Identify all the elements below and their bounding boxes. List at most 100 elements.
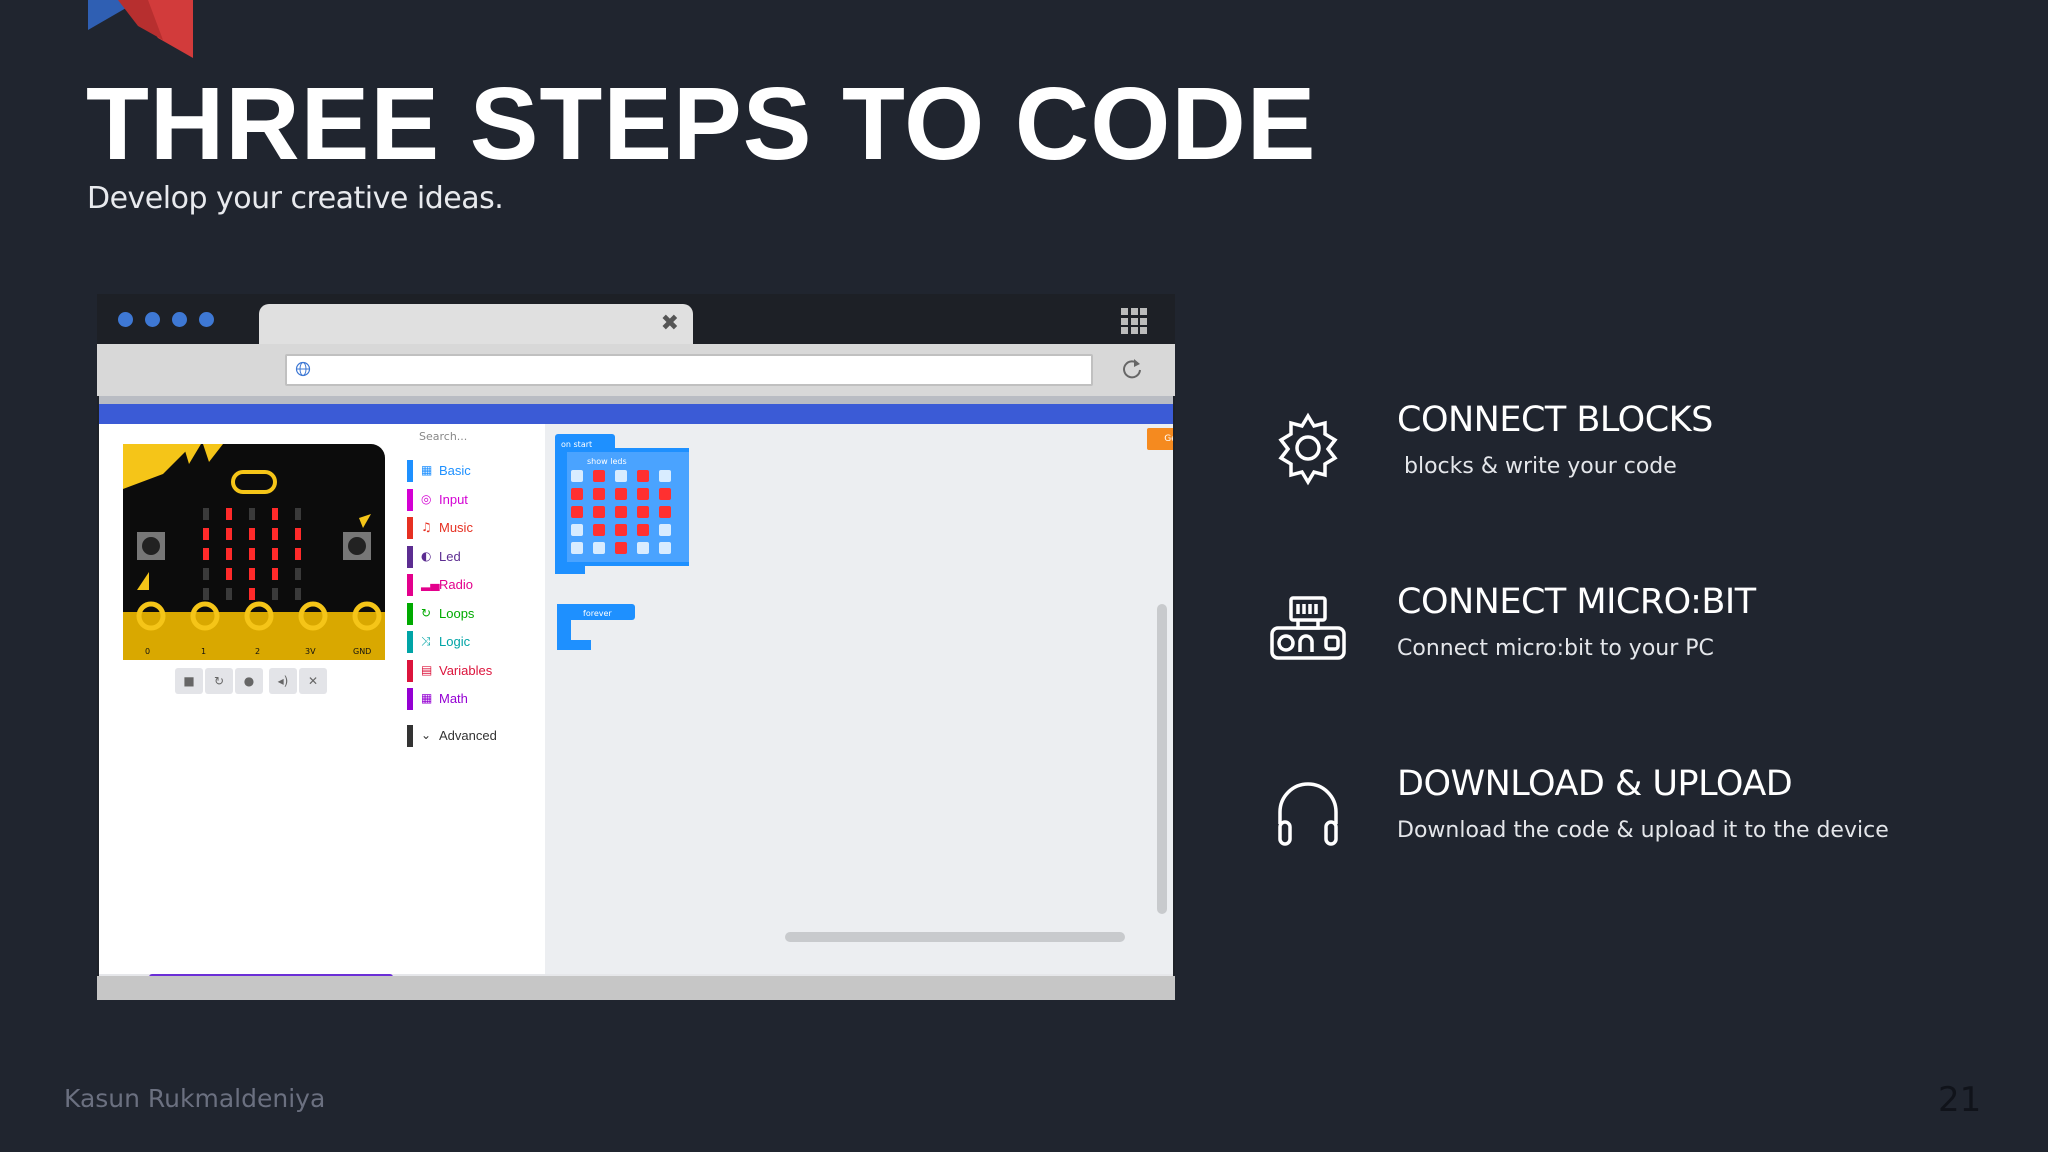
toolbox-category[interactable]: ▤ Variables (407, 658, 545, 684)
toolbox-category[interactable]: ▂▄ Radio (407, 572, 545, 598)
stop-icon[interactable]: ■ (175, 668, 203, 694)
block-led (593, 506, 605, 518)
block-led (593, 488, 605, 500)
headphones-icon (1268, 772, 1348, 852)
block-led (615, 506, 627, 518)
app-menu-bar (99, 404, 1173, 424)
block-led (571, 470, 583, 482)
toolbox-category[interactable]: ♫ Music (407, 515, 545, 541)
forever-block[interactable]: forever (557, 604, 635, 650)
block-led (615, 524, 627, 536)
category-icon: ♫ (421, 520, 432, 534)
close-icon[interactable]: ✖ (661, 311, 679, 336)
window-dot (172, 312, 187, 327)
category-icon: ◎ (421, 491, 432, 506)
toolbox-category[interactable]: ▦ Basic (407, 458, 545, 484)
window-dot (118, 312, 133, 327)
block-label: on start (561, 440, 592, 449)
block-led (593, 524, 605, 536)
window-dot (199, 312, 214, 327)
step-description: blocks & write your code (1397, 454, 1677, 479)
page-number: 21 (1938, 1080, 1982, 1120)
led (272, 588, 278, 600)
blocks-workspace[interactable]: Getting Started on start show leds forev… (545, 424, 1173, 974)
pin-label: 2 (255, 647, 260, 656)
toolbox-search[interactable]: Search... (419, 430, 539, 450)
microbit-device-icon (1268, 590, 1348, 670)
led (295, 508, 301, 520)
gear-icon (1268, 408, 1348, 488)
led (295, 548, 301, 560)
led (226, 508, 232, 520)
led (249, 508, 255, 520)
block-led (637, 488, 649, 500)
block-toolbox: Search... ▦ Basic ◎ Input ♫ Music ◐ Led ▂▄ Radio ↻… (407, 424, 545, 1000)
block-led (659, 542, 671, 554)
block-led (615, 542, 627, 554)
led (272, 568, 278, 580)
block-led (615, 470, 627, 482)
led (295, 588, 301, 600)
block-led (571, 506, 583, 518)
fullscreen-icon[interactable]: ✕ (299, 668, 327, 694)
block-led (659, 488, 671, 500)
category-label: Led (439, 548, 461, 564)
category-icon: ▦ (421, 463, 433, 477)
block-led (659, 524, 671, 536)
browser-tab-bar: ✖ (97, 294, 1175, 346)
led (226, 528, 232, 540)
on-start-block[interactable]: on start show leds (555, 434, 689, 580)
led (249, 588, 255, 600)
toolbox-category[interactable]: ↻ Loops (407, 601, 545, 627)
toolbox-category[interactable]: ⌄ Advanced (407, 723, 545, 749)
block-led (571, 542, 583, 554)
category-icon: ◐ (421, 548, 432, 563)
led (272, 508, 278, 520)
pin-label: 3V (305, 647, 316, 656)
slowmo-icon[interactable]: ● (235, 668, 263, 694)
block-led (593, 470, 605, 482)
category-label: Loops (439, 605, 475, 621)
led (295, 568, 301, 580)
restart-icon[interactable]: ↻ (205, 668, 233, 694)
browser-tab[interactable]: ✖ (259, 304, 693, 346)
address-bar[interactable] (285, 354, 1093, 386)
getting-started-button[interactable]: Getting Started (1147, 428, 1173, 450)
category-label: Variables (439, 662, 493, 678)
slide-title: THREE STEPS TO CODE (86, 66, 1317, 181)
block-led (659, 506, 671, 518)
step-description: Download the code & upload it to the dev… (1397, 818, 1889, 843)
app-header-strip (99, 396, 1173, 404)
step-description: Connect micro:bit to your PC (1397, 636, 1714, 661)
window-dot (145, 312, 160, 327)
block-led (615, 488, 627, 500)
pin-label: 1 (201, 647, 206, 656)
block-label: forever (583, 609, 612, 618)
category-label: Logic (439, 634, 471, 649)
apps-grid-icon[interactable] (1121, 308, 1147, 334)
mute-icon[interactable]: ◂) (269, 668, 297, 694)
category-label: Advanced (439, 727, 497, 743)
toolbox-category[interactable]: ◎ Input (407, 487, 545, 513)
block-led (637, 542, 649, 554)
led (295, 528, 301, 540)
workspace-vertical-scrollbar[interactable] (1157, 604, 1167, 914)
block-led (659, 470, 671, 482)
globe-icon (295, 361, 311, 377)
led (249, 528, 255, 540)
category-icon: ▦ (421, 691, 433, 705)
step-title: CONNECT MICRO:BIT (1397, 582, 1756, 622)
microbit-board[interactable]: 0 1 2 3V GND (123, 444, 385, 660)
category-icon: ⤨ (421, 634, 431, 648)
toolbox-category[interactable]: ▦ Math (407, 686, 545, 712)
category-icon: ⌄ (421, 727, 432, 742)
led (203, 568, 209, 580)
category-label: Math (439, 691, 468, 706)
block-led (637, 470, 649, 482)
workspace-horizontal-scrollbar[interactable] (785, 932, 1125, 942)
led (249, 568, 255, 580)
led (203, 508, 209, 520)
toolbox-category[interactable]: ◐ Led (407, 544, 545, 570)
reload-icon[interactable] (1119, 356, 1145, 382)
toolbox-category[interactable]: ⤨ Logic (407, 629, 545, 655)
